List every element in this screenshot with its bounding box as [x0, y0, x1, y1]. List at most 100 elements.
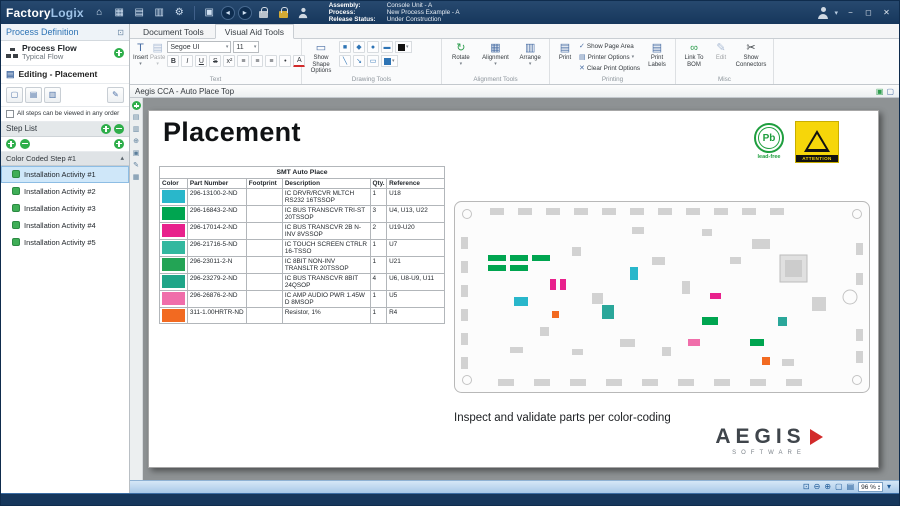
- zoom-out-icon[interactable]: ⊖: [814, 483, 821, 491]
- tab-document-tools[interactable]: Document Tools: [134, 25, 213, 38]
- print-labels-button[interactable]: ▤ Print Labels: [643, 41, 671, 75]
- step-group-header[interactable]: Color Coded Step #1 ▴: [1, 152, 129, 166]
- align-left-button[interactable]: ≡: [237, 55, 249, 67]
- add-activity-icon[interactable]: [6, 139, 16, 149]
- close-button[interactable]: ✕: [879, 6, 894, 19]
- list-item-installation-activity-4[interactable]: Installation Activity #4: [1, 217, 129, 234]
- list-item-installation-activity-2[interactable]: Installation Activity #2: [1, 183, 129, 200]
- zoom-tool-button[interactable]: ⊕: [133, 137, 139, 146]
- edit-button[interactable]: ✎ Edit: [711, 41, 731, 75]
- document-page[interactable]: Placement Pb lead-free ATTENTION: [148, 110, 879, 468]
- image-tool-button[interactable]: ▣: [133, 149, 140, 158]
- user-menu-caret-icon[interactable]: ▾: [834, 9, 838, 17]
- stroke-color-picker[interactable]: ▾: [395, 41, 412, 53]
- link-to-bom-button[interactable]: ∞ Link To BOM: [679, 41, 709, 75]
- steps-order-option[interactable]: All steps can be viewed in any order: [1, 107, 129, 122]
- activity-icon: [12, 170, 20, 178]
- add-group-icon[interactable]: [114, 139, 124, 149]
- ribbon-group-printing: ▤ Print ✓ Show Page Area ▤ Printer Optio…: [550, 39, 676, 84]
- text-tool-button[interactable]: ▤: [133, 113, 140, 122]
- minimize-button[interactable]: −: [843, 6, 858, 19]
- arrange-button[interactable]: ▥ Arrange ▾: [514, 41, 546, 75]
- add-step-icon[interactable]: [101, 124, 111, 134]
- back-button[interactable]: ◂: [221, 6, 235, 20]
- clear-print-options-button[interactable]: ✕ Clear Print Options: [579, 63, 641, 73]
- list-item-installation-activity-5[interactable]: Installation Activity #5: [1, 234, 129, 251]
- rotate-icon: ↻: [456, 41, 465, 55]
- home-button[interactable]: ⌂: [91, 4, 108, 21]
- fill-color-picker[interactable]: ▾: [381, 55, 398, 67]
- show-shape-options-button[interactable]: ▭ Show Shape Options: [305, 41, 337, 75]
- open-document-button[interactable]: ▤: [25, 87, 42, 103]
- zoom-menu-caret-icon[interactable]: ▾: [887, 483, 891, 491]
- step-list-title: Step List: [6, 124, 37, 133]
- restore-button[interactable]: ◻: [861, 6, 876, 19]
- steps-order-checkbox[interactable]: [6, 110, 14, 118]
- draw-circle-tool[interactable]: ●: [367, 41, 379, 53]
- show-page-area-button[interactable]: ✓ Show Page Area: [579, 41, 641, 51]
- org-chart-button[interactable]: [295, 4, 312, 21]
- fit-page-icon[interactable]: ▢: [835, 483, 843, 491]
- bold-button[interactable]: B: [167, 55, 179, 67]
- copy-button[interactable]: ▥: [151, 4, 168, 21]
- page-view-button[interactable]: ▢: [886, 87, 894, 96]
- image-view-button[interactable]: ▣: [876, 87, 884, 96]
- editing-placement-row[interactable]: ▤ Editing - Placement: [1, 66, 129, 84]
- save-button[interactable]: ▣: [201, 4, 218, 21]
- grid-tool-button[interactable]: ▦: [133, 173, 140, 182]
- remove-activity-icon[interactable]: [20, 139, 30, 149]
- collapse-caret-icon[interactable]: ▴: [120, 154, 124, 162]
- instruction-caption: Inspect and validate parts per color-cod…: [454, 412, 671, 424]
- fit-width-icon[interactable]: ▤: [847, 483, 855, 491]
- paste-button[interactable]: ▤ Paste ▾: [150, 41, 165, 75]
- edit-pencil-icon: ✎: [716, 41, 725, 55]
- align-center-button[interactable]: ≡: [251, 55, 263, 67]
- superscript-button[interactable]: x²: [223, 55, 235, 67]
- remove-step-icon[interactable]: [114, 124, 124, 134]
- zoom-level-input[interactable]: 96 % ▴ ▾: [858, 482, 883, 492]
- insert-text-button[interactable]: T Insert ▾: [133, 41, 148, 75]
- font-size-select[interactable]: 11 ▾: [233, 41, 259, 53]
- draw-diamond-tool[interactable]: ◆: [353, 41, 365, 53]
- settings-button[interactable]: ⚙: [171, 4, 188, 21]
- printer-options-button[interactable]: ▤ Printer Options ▾: [579, 52, 641, 62]
- strikethrough-button[interactable]: S: [209, 55, 221, 67]
- release-lock-button[interactable]: [275, 4, 292, 21]
- new-document-button[interactable]: ▢: [6, 87, 23, 103]
- print-button[interactable]: ▤ Print: [553, 41, 577, 75]
- user-avatar-icon[interactable]: [817, 7, 829, 19]
- zoom-spinner[interactable]: ▴ ▾: [878, 484, 880, 491]
- alignment-button[interactable]: ▦ Alignment ▾: [479, 41, 513, 75]
- font-name-select[interactable]: Segoe UI ▾: [167, 41, 231, 53]
- draw-square-tool[interactable]: ■: [339, 41, 351, 53]
- draw-line-tool[interactable]: ╲: [339, 55, 351, 67]
- italic-button[interactable]: I: [181, 55, 193, 67]
- list-item-installation-activity-1[interactable]: Installation Activity #1: [1, 166, 129, 183]
- forward-button[interactable]: ▸: [238, 6, 252, 20]
- titlebar: FactoryLogix ⌂ ▦ ▤ ▥ ⚙ ▣ ◂ ▸ Assembly: C…: [1, 1, 899, 24]
- add-element-icon[interactable]: [132, 101, 141, 110]
- bullet-list-button[interactable]: •: [279, 55, 291, 67]
- document-canvas[interactable]: Placement Pb lead-free ATTENTION: [143, 98, 899, 480]
- annotate-tool-button[interactable]: ✎: [133, 161, 139, 170]
- rotate-button[interactable]: ↻ Rotate ▾: [445, 41, 477, 75]
- edit-document-button[interactable]: ✎: [107, 87, 124, 103]
- align-right-button[interactable]: ≡: [265, 55, 277, 67]
- draw-bar-tool[interactable]: ▬: [381, 41, 393, 53]
- layers-tool-button[interactable]: ▥: [133, 125, 140, 134]
- process-flow-row[interactable]: Process Flow Typical Flow: [1, 41, 129, 66]
- draw-arrow-tool[interactable]: ↘: [353, 55, 365, 67]
- add-flow-icon[interactable]: [114, 48, 124, 58]
- documents-button[interactable]: ▤: [131, 4, 148, 21]
- pin-icon[interactable]: ⊡: [117, 28, 124, 37]
- list-item-installation-activity-3[interactable]: Installation Activity #3: [1, 200, 129, 217]
- zoom-in-icon[interactable]: ⊕: [824, 483, 831, 491]
- duplicate-document-button[interactable]: ▥: [44, 87, 61, 103]
- lock-button[interactable]: [255, 4, 272, 21]
- pan-icon[interactable]: ⊡: [803, 483, 810, 491]
- dashboard-button[interactable]: ▦: [111, 4, 128, 21]
- show-connectors-button[interactable]: ✂ Show Connectors: [733, 41, 769, 75]
- draw-rect-tool[interactable]: ▭: [367, 55, 379, 67]
- tab-visual-aid-tools[interactable]: Visual Aid Tools: [215, 24, 294, 39]
- underline-button[interactable]: U: [195, 55, 207, 67]
